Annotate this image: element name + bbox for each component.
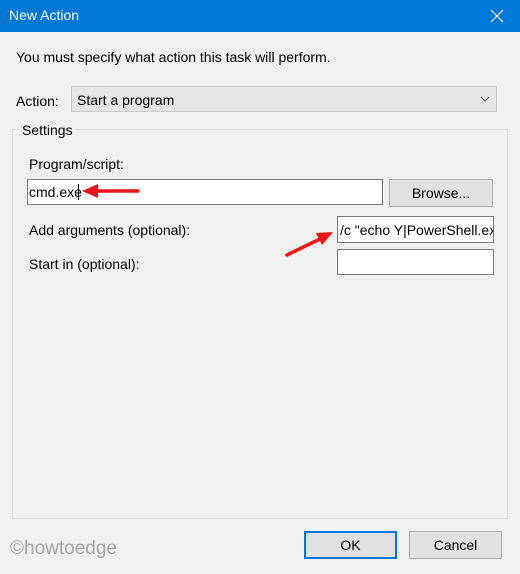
title-bar: New Action xyxy=(0,0,520,32)
action-selected-value: Start a program xyxy=(77,92,175,108)
close-icon[interactable] xyxy=(474,0,520,32)
cancel-button[interactable]: Cancel xyxy=(409,531,502,559)
text-caret xyxy=(78,184,79,200)
action-dropdown[interactable]: Start a program xyxy=(71,86,497,112)
action-label: Action: xyxy=(16,93,59,109)
start-in-label: Start in (optional): xyxy=(29,256,140,272)
chevron-down-icon xyxy=(480,96,490,102)
window-title: New Action xyxy=(9,7,80,23)
instruction-text: You must specify what action this task w… xyxy=(16,49,331,65)
program-script-label: Program/script: xyxy=(29,156,124,172)
start-in-input[interactable] xyxy=(337,249,494,275)
browse-button[interactable]: Browse... xyxy=(389,179,493,207)
watermark: ©howtoedge xyxy=(10,538,117,559)
program-script-value: cmd.exe xyxy=(29,184,82,200)
arguments-input[interactable]: /c "echo Y|PowerShell.exe xyxy=(337,216,494,243)
program-script-input[interactable]: cmd.exe xyxy=(27,179,383,205)
arguments-label: Add arguments (optional): xyxy=(29,222,191,238)
arguments-value: /c "echo Y|PowerShell.exe xyxy=(340,222,494,238)
settings-legend: Settings xyxy=(20,122,75,138)
ok-button[interactable]: OK xyxy=(304,531,397,559)
